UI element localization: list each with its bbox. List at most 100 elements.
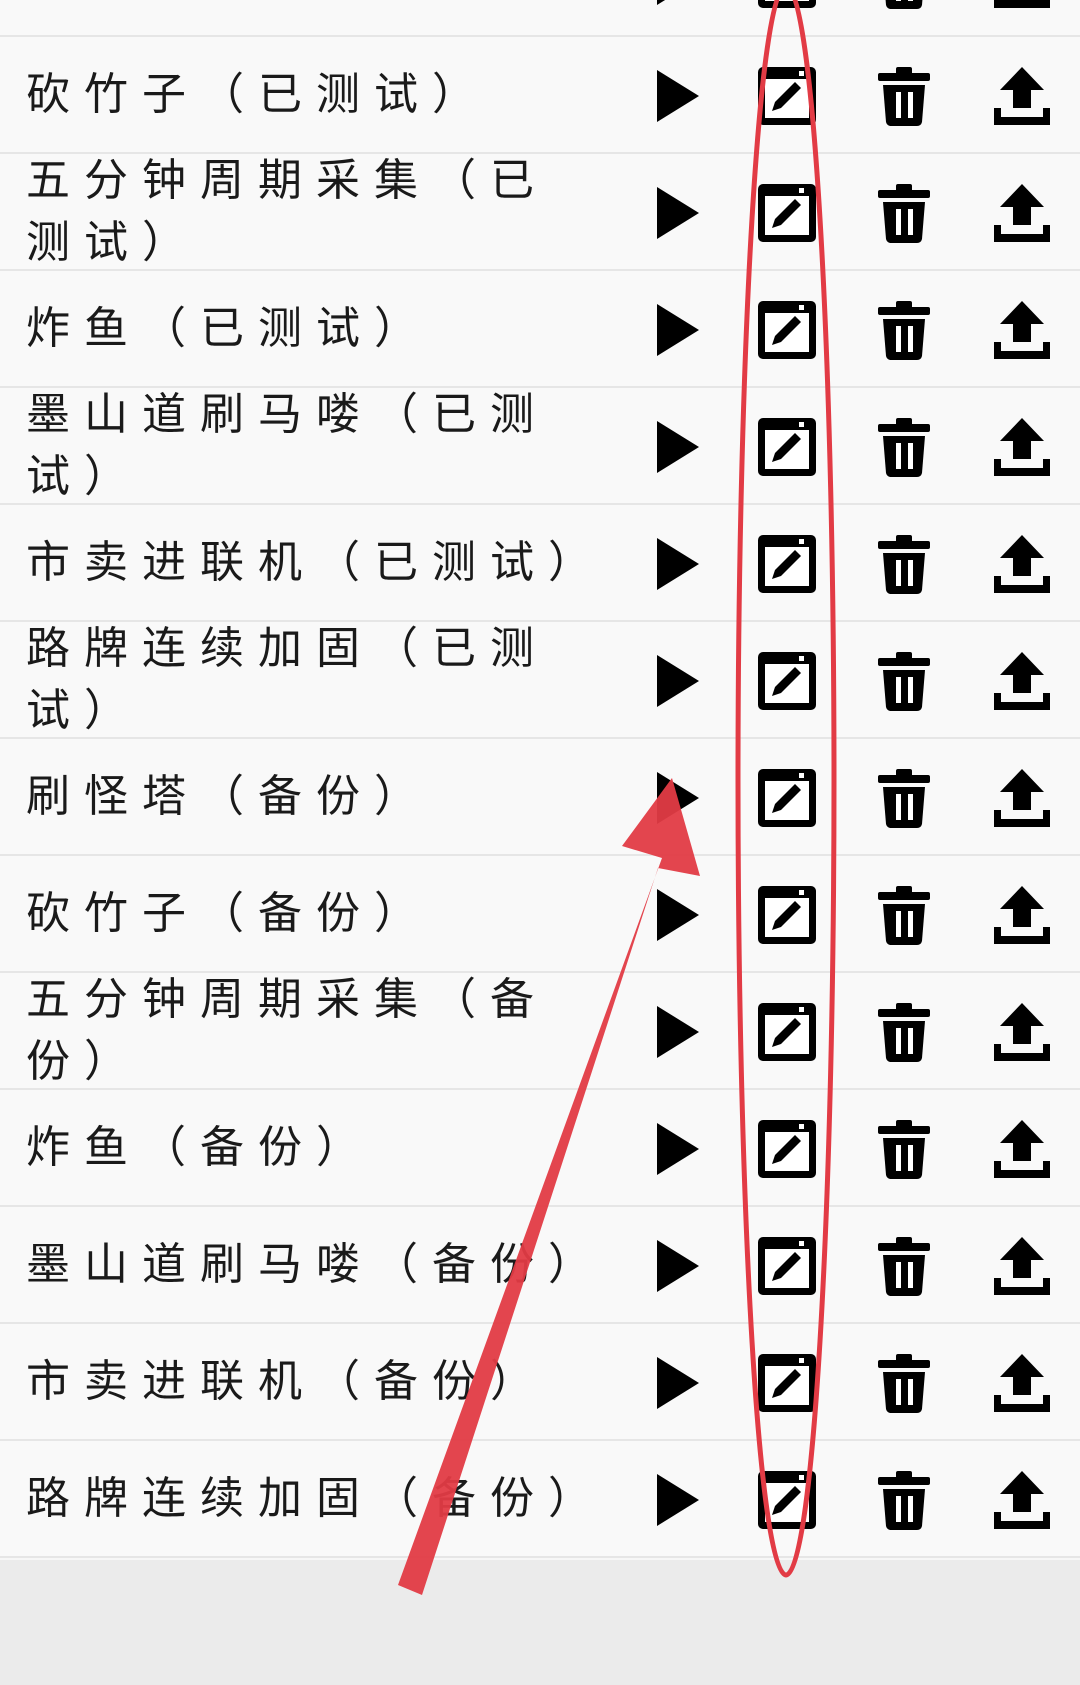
script-title: 炸鱼（已测试）: [26, 302, 432, 354]
list-item[interactable]: 砍竹子（备份）: [0, 856, 1080, 973]
upload-button[interactable]: [987, 1465, 1057, 1535]
edit-button[interactable]: [752, 763, 822, 833]
bottom-bar: [0, 1560, 1080, 1685]
script-title: 炸鱼（备份）: [26, 1121, 374, 1173]
upload-icon: [994, 1237, 1050, 1295]
play-icon: [657, 304, 699, 356]
edit-button[interactable]: [752, 178, 822, 248]
trash-icon: [878, 535, 930, 594]
list-item[interactable]: 市卖进联机（备份）: [0, 1324, 1080, 1441]
upload-button[interactable]: [987, 880, 1057, 950]
edit-button[interactable]: [752, 61, 822, 131]
run-button[interactable]: [640, 880, 710, 950]
upload-button[interactable]: [987, 763, 1057, 833]
edit-button[interactable]: [752, 1114, 822, 1184]
list-item[interactable]: 市卖进联机（已测试）: [0, 505, 1080, 622]
upload-button[interactable]: [987, 1114, 1057, 1184]
list-item[interactable]: 墨山道刷马喽（已测试）: [0, 388, 1080, 505]
upload-button[interactable]: [987, 1231, 1057, 1301]
upload-button[interactable]: [987, 997, 1057, 1067]
upload-icon: [994, 1354, 1050, 1412]
script-list: 砍竹子（已测试） 五分钟周期采集（已测试） 炸鱼（已测试） 墨山道刷马喽（已测试） 市卖…: [0, 0, 1080, 1558]
upload-button[interactable]: [987, 0, 1057, 14]
list-item[interactable]: 炸鱼（备份）: [0, 1090, 1080, 1207]
script-title: 五分钟周期采集（已测试）: [26, 154, 548, 268]
upload-icon: [994, 184, 1050, 242]
edit-button[interactable]: [752, 412, 822, 482]
delete-button[interactable]: [869, 1348, 939, 1418]
trash-icon: [878, 1120, 930, 1179]
edit-button[interactable]: [752, 997, 822, 1067]
run-button[interactable]: [640, 529, 710, 599]
trash-icon: [878, 1237, 930, 1296]
edit-button[interactable]: [752, 0, 822, 14]
edit-icon: [758, 301, 816, 359]
list-item[interactable]: 路牌连续加固（备份）: [0, 1441, 1080, 1558]
upload-icon: [994, 301, 1050, 359]
edit-button[interactable]: [752, 529, 822, 599]
edit-button[interactable]: [752, 1231, 822, 1301]
run-button[interactable]: [640, 997, 710, 1067]
upload-icon: [994, 67, 1050, 125]
delete-button[interactable]: [869, 529, 939, 599]
delete-button[interactable]: [869, 412, 939, 482]
play-icon: [657, 187, 699, 239]
run-button[interactable]: [640, 61, 710, 131]
edit-button[interactable]: [752, 1465, 822, 1535]
edit-icon: [758, 1354, 816, 1412]
screen: 砍竹子（已测试） 五分钟周期采集（已测试） 炸鱼（已测试） 墨山道刷马喽（已测试） 市卖…: [0, 0, 1080, 1685]
run-button[interactable]: [640, 763, 710, 833]
trash-icon: [878, 769, 930, 828]
run-button[interactable]: [640, 1348, 710, 1418]
edit-button[interactable]: [752, 295, 822, 365]
upload-button[interactable]: [987, 61, 1057, 131]
play-icon: [657, 421, 699, 473]
delete-button[interactable]: [869, 0, 939, 14]
edit-button[interactable]: [752, 1348, 822, 1418]
list-item[interactable]: 炸鱼（已测试）: [0, 271, 1080, 388]
upload-icon: [994, 0, 1050, 8]
trash-icon: [878, 652, 930, 711]
delete-button[interactable]: [869, 178, 939, 248]
list-item[interactable]: [0, 0, 1080, 37]
list-item[interactable]: 五分钟周期采集（已测试）: [0, 154, 1080, 271]
run-button[interactable]: [640, 1114, 710, 1184]
upload-button[interactable]: [987, 295, 1057, 365]
list-item[interactable]: 五分钟周期采集（备份）: [0, 973, 1080, 1090]
delete-button[interactable]: [869, 763, 939, 833]
trash-icon: [885, 0, 923, 9]
delete-button[interactable]: [869, 295, 939, 365]
list-item[interactable]: 砍竹子（已测试）: [0, 37, 1080, 154]
run-button[interactable]: [640, 0, 710, 14]
list-item[interactable]: 刷怪塔（备份）: [0, 739, 1080, 856]
delete-button[interactable]: [869, 1114, 939, 1184]
list-item[interactable]: 墨山道刷马喽（备份）: [0, 1207, 1080, 1324]
delete-button[interactable]: [869, 61, 939, 131]
list-item[interactable]: 路牌连续加固（已测试）: [0, 622, 1080, 739]
run-button[interactable]: [640, 178, 710, 248]
delete-button[interactable]: [869, 1465, 939, 1535]
run-button[interactable]: [640, 1465, 710, 1535]
upload-button[interactable]: [987, 178, 1057, 248]
upload-icon: [994, 535, 1050, 593]
edit-icon: [758, 535, 816, 593]
run-button[interactable]: [640, 646, 710, 716]
delete-button[interactable]: [869, 997, 939, 1067]
upload-button[interactable]: [987, 1348, 1057, 1418]
delete-button[interactable]: [869, 1231, 939, 1301]
upload-button[interactable]: [987, 412, 1057, 482]
play-icon: [657, 1357, 699, 1409]
edit-button[interactable]: [752, 880, 822, 950]
script-title: 市卖进联机（备份）: [26, 1355, 548, 1407]
play-icon: [657, 1474, 699, 1526]
run-button[interactable]: [640, 1231, 710, 1301]
edit-button[interactable]: [752, 646, 822, 716]
delete-button[interactable]: [869, 646, 939, 716]
play-icon: [657, 655, 699, 707]
delete-button[interactable]: [869, 880, 939, 950]
trash-icon: [878, 67, 930, 126]
upload-button[interactable]: [987, 529, 1057, 599]
run-button[interactable]: [640, 295, 710, 365]
upload-button[interactable]: [987, 646, 1057, 716]
run-button[interactable]: [640, 412, 710, 482]
